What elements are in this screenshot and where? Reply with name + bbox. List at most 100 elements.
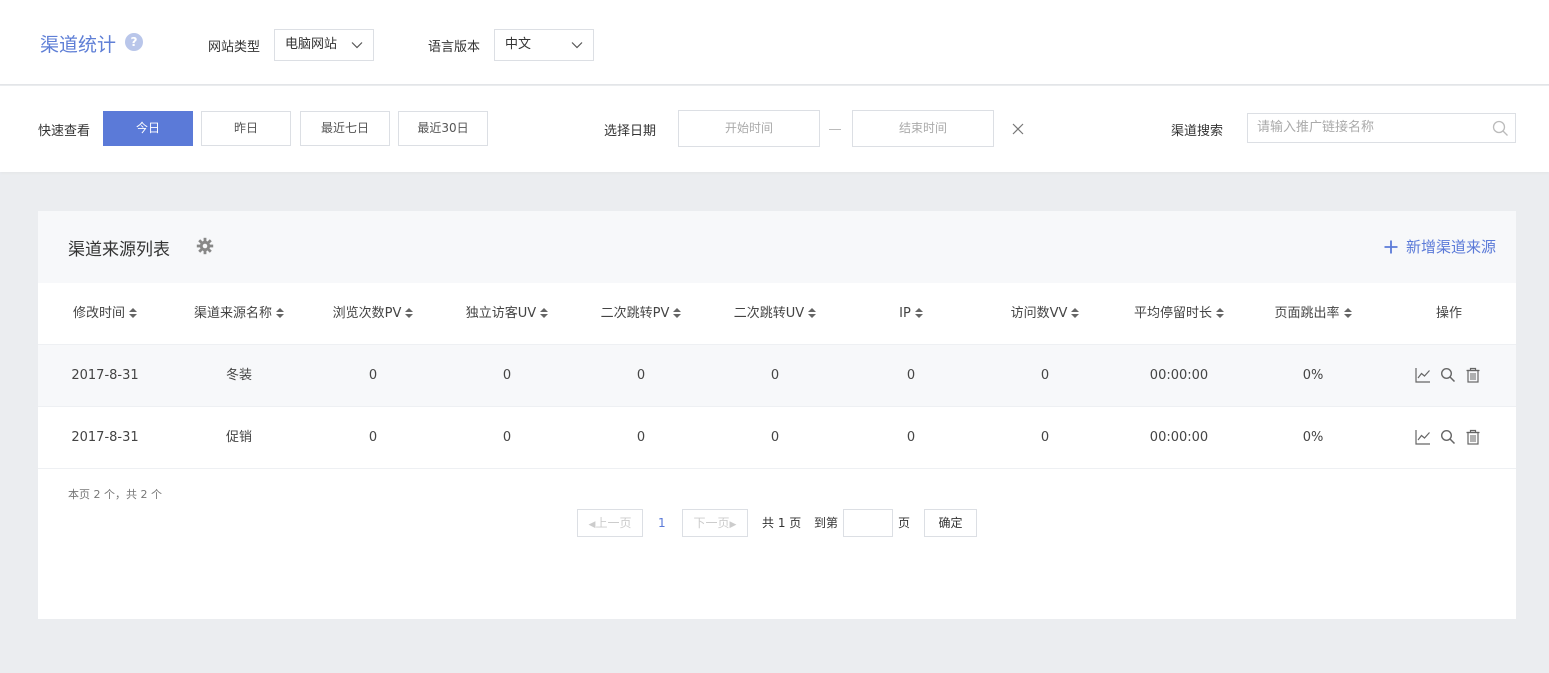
table-cell: 冬装 (225, 368, 252, 383)
next-page-button[interactable]: 下一页▶ (682, 509, 748, 537)
column-label: 渠道来源名称 (193, 306, 272, 321)
row-actions (1415, 429, 1481, 445)
page-unit-label: 页 (898, 516, 911, 530)
column-header[interactable]: 浏览次数PV (306, 283, 440, 345)
add-channel-label: 新增渠道来源 (1405, 238, 1496, 256)
quick-30days-button[interactable]: 最近30日 (398, 111, 488, 146)
table-cell: 0 (368, 430, 378, 445)
table-cell: 0 (1040, 430, 1050, 445)
line-chart-icon[interactable] (1415, 429, 1431, 445)
sort-icon[interactable] (1216, 307, 1224, 318)
table-cell: 0 (502, 430, 512, 445)
table-cell: 0 (636, 430, 646, 445)
column-header[interactable]: 访问数VV (978, 283, 1112, 345)
sort-icon[interactable] (808, 307, 817, 318)
sort-icon[interactable] (540, 307, 549, 318)
column-header[interactable]: IP (844, 283, 978, 345)
table-cell: 0% (1302, 430, 1324, 445)
quick-today-button[interactable]: 今日 (103, 111, 193, 146)
table-cell: 0 (636, 368, 646, 383)
quick-view-label: 快速查看 (38, 124, 91, 139)
sort-icon[interactable] (1071, 307, 1080, 318)
quick-7days-button[interactable]: 最近七日 (300, 111, 390, 146)
next-page-label: 下一页 (693, 516, 730, 530)
column-header[interactable]: 渠道来源名称 (172, 283, 306, 345)
channel-search-input[interactable]: 请输入推广链接名称 (1247, 113, 1516, 143)
column-label: 页面跳出率 (1274, 306, 1340, 321)
table-cell: 00:00:00 (1149, 430, 1209, 445)
column-label: 独立访客UV (465, 306, 537, 321)
chevron-right-icon: ▶ (729, 520, 737, 530)
filter-bar: 快速查看 今日 昨日 最近七日 最近30日 选择日期 开始时间 结束时间 渠道搜… (0, 86, 1549, 172)
column-header[interactable]: 页面跳出率 (1246, 283, 1380, 345)
prev-page-button[interactable]: ◀上一页 (577, 509, 643, 537)
quick-yesterday-button[interactable]: 昨日 (201, 111, 291, 146)
page-title: 渠道统计 (40, 34, 117, 56)
gear-icon[interactable] (196, 237, 214, 255)
lang-label: 语言版本 (428, 40, 481, 55)
chevron-down-icon (571, 42, 583, 49)
row-actions (1415, 367, 1481, 383)
search-icon[interactable] (1492, 120, 1509, 137)
chevron-down-icon (351, 42, 363, 49)
table-header: 修改时间 渠道来源名称 浏览次数PV 独立访客UV 二次跳转PV 二次跳转UV … (38, 283, 1516, 345)
goto-confirm-button[interactable]: 确定 (924, 509, 977, 537)
table-cell: 0% (1302, 368, 1324, 383)
column-label: IP (899, 306, 911, 321)
lang-select[interactable]: 中文 (494, 29, 594, 61)
column-header[interactable]: 修改时间 (38, 283, 172, 345)
plus-icon (1384, 240, 1398, 253)
date-label: 选择日期 (604, 124, 657, 139)
column-header-ops: 操作 (1435, 306, 1462, 321)
trash-icon[interactable] (1465, 367, 1481, 383)
column-header[interactable]: 二次跳转PV (574, 283, 708, 345)
table-cell: 0 (368, 368, 378, 383)
site-type-select[interactable]: 电脑网站 (274, 29, 374, 61)
top-bar: 渠道统计 ? 网站类型 电脑网站 语言版本 中文 (0, 0, 1549, 85)
column-header[interactable]: 二次跳转UV (708, 283, 842, 345)
site-type-value: 电脑网站 (285, 37, 338, 52)
channel-list-panel: 渠道来源列表 新增渠道来源 修改时间 渠道来源名称 浏览次数PV 独立访客UV (38, 211, 1516, 619)
column-label: 访问数VV (1010, 306, 1068, 321)
table-cell: 促销 (225, 430, 252, 445)
table-cell: 0 (770, 430, 780, 445)
table-cell: 2017-8-31 (71, 430, 139, 445)
sort-icon[interactable] (276, 307, 284, 318)
clear-icon[interactable] (1012, 123, 1024, 135)
panel-title: 渠道来源列表 (68, 240, 170, 260)
help-icon[interactable]: ? (125, 33, 143, 51)
table-cell: 0 (502, 368, 512, 383)
sort-icon[interactable] (673, 307, 682, 318)
page-number-current[interactable]: 1 (658, 509, 666, 537)
table-cell: 00:00:00 (1149, 368, 1209, 383)
lang-value: 中文 (505, 37, 532, 52)
start-date-input[interactable]: 开始时间 (678, 110, 820, 147)
column-header[interactable]: 独立访客UV (440, 283, 574, 345)
column-label: 修改时间 (72, 306, 125, 321)
line-chart-icon[interactable] (1415, 367, 1431, 383)
panel-header: 渠道来源列表 新增渠道来源 (38, 211, 1516, 283)
total-pages: 共 1 页 (762, 516, 802, 530)
page-summary: 本页 2 个，共 2 个 (68, 488, 162, 501)
table-cell: 0 (906, 368, 916, 383)
search-icon[interactable] (1440, 429, 1456, 445)
end-date-input[interactable]: 结束时间 (852, 110, 994, 147)
sort-icon[interactable] (129, 307, 137, 318)
sort-icon[interactable] (914, 307, 923, 318)
add-channel-button[interactable]: 新增渠道来源 (1384, 236, 1496, 257)
goto-page-input[interactable] (843, 509, 893, 537)
column-label: 浏览次数PV (332, 306, 402, 321)
column-label: 二次跳转PV (600, 306, 670, 321)
site-type-label: 网站类型 (208, 40, 261, 55)
column-header[interactable]: 平均停留时长 (1112, 283, 1246, 345)
search-icon[interactable] (1440, 367, 1456, 383)
column-label: 二次跳转UV (733, 306, 805, 321)
table-cell: 2017-8-31 (71, 368, 139, 383)
prev-page-label: 上一页 (595, 516, 632, 530)
table-cell: 0 (906, 430, 916, 445)
trash-icon[interactable] (1465, 429, 1481, 445)
sort-icon[interactable] (405, 307, 414, 318)
sort-icon[interactable] (1343, 307, 1352, 318)
search-placeholder: 请输入推广链接名称 (1257, 120, 1375, 135)
channel-search-label: 渠道搜索 (1171, 124, 1224, 139)
